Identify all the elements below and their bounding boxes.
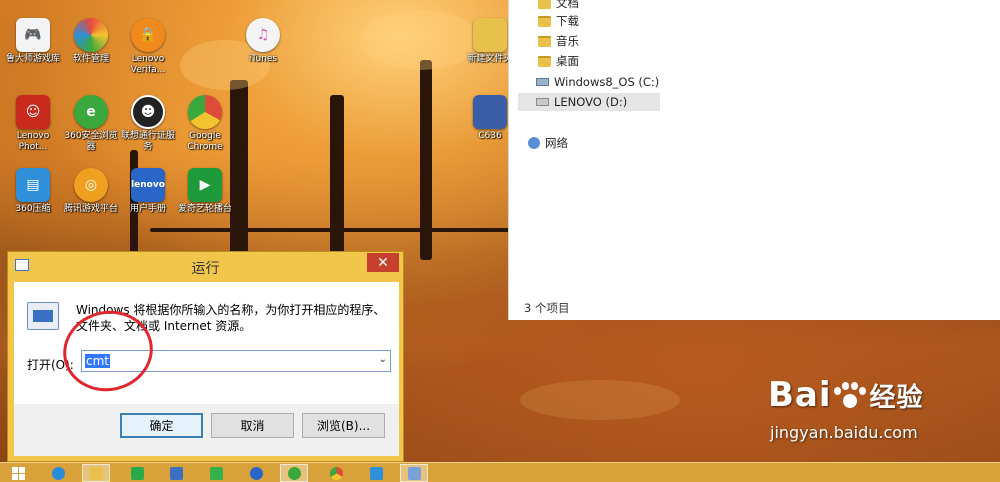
store-icon: [130, 466, 144, 480]
desktop-icon-tencent-games[interactable]: ◎ 腾讯游戏平台: [63, 168, 119, 215]
360-browser-icon: [287, 466, 301, 480]
watermark-url: jingyan.baidu.com: [770, 423, 918, 442]
fence: [150, 228, 510, 232]
run-dialog-titlebar[interactable]: 运行 ✕: [8, 252, 403, 280]
folder-icon: [538, 35, 551, 47]
bird-icon: [369, 466, 383, 480]
run-dialog: 运行 ✕ Windows 将根据你所输入的名称，为你打开相应的程序、文件夹、文档…: [7, 251, 404, 462]
desktop-icon-iqiyi[interactable]: ▶ 爱奇艺轮播台: [177, 168, 233, 215]
run-window-icon: [407, 466, 421, 480]
folder-icon: [538, 55, 551, 67]
desktop-icon-software-manager[interactable]: 软件管理: [63, 18, 119, 65]
ok-button[interactable]: 确定: [120, 413, 203, 438]
run-program-icon: [27, 302, 59, 330]
archive-icon: ▤: [16, 168, 50, 202]
monitor-icon: lenovo: [131, 168, 165, 202]
desktop-icon-user-manual[interactable]: lenovo 用户手册: [120, 168, 176, 215]
colorful-ball-icon: [74, 18, 108, 52]
taskbar-file-explorer[interactable]: [82, 464, 110, 482]
game-platform-icon: ◎: [74, 168, 108, 202]
lock-icon: 🔒: [131, 18, 165, 52]
browse-button[interactable]: 浏览(B)...: [302, 413, 385, 438]
photo-person-icon: ☺: [16, 95, 50, 129]
nav-item-music[interactable]: 音乐: [538, 32, 579, 50]
open-label: 打开(O):: [27, 358, 74, 372]
nav-item-network[interactable]: 网络: [528, 134, 568, 152]
gamepad-icon: 🎮: [16, 18, 50, 52]
baidu-jingyan-watermark: Bai 经验 jingyan.baidu.com: [768, 375, 924, 442]
desktop-icon-lenovo-photo[interactable]: ☺ Lenovo Phot...: [5, 95, 61, 153]
drive-icon: [536, 98, 549, 106]
tv-icon: ▶: [188, 168, 222, 202]
close-icon: ✕: [377, 254, 389, 271]
run-command-value: cmt: [85, 354, 110, 368]
run-dialog-body: Windows 将根据你所输入的名称，为你打开相应的程序、文件夹、文档或 Int…: [14, 282, 399, 404]
folder-icon: [473, 18, 507, 52]
taskbar-run-window[interactable]: [400, 464, 428, 482]
chevron-down-icon[interactable]: ⌄: [379, 354, 387, 365]
nav-item-desktop[interactable]: 桌面: [538, 52, 579, 70]
taskbar-chrome[interactable]: [322, 464, 350, 482]
desktop-icon-lenovo-passport[interactable]: ☻ 联想通行证服务: [120, 95, 176, 153]
nav-item-drive-d[interactable]: LENOVO (D:): [518, 93, 660, 111]
desktop-icon-lenovo-verifa[interactable]: 🔒 Lenovo Verifa...: [120, 18, 176, 76]
taskbar-media[interactable]: [162, 464, 190, 482]
explorer-status-item-count: 3 个项目: [524, 301, 570, 315]
taskbar: [0, 462, 1000, 482]
folder-icon: [538, 15, 551, 27]
media-icon: [169, 466, 183, 480]
nav-item-drive-c[interactable]: Windows8_OS (C:): [536, 73, 659, 91]
taskbar-ie[interactable]: [44, 464, 72, 482]
folder-icon: [538, 0, 551, 9]
drive-icon: [536, 78, 549, 86]
chrome-icon: [188, 95, 222, 129]
file-explorer-content: [660, 0, 1000, 320]
nav-item-documents[interactable]: 文档: [538, 0, 579, 12]
music-note-icon: ♫: [246, 18, 280, 52]
chrome-icon: [329, 466, 343, 480]
ie-icon: [51, 466, 65, 480]
watermark-brand: Bai 经验: [768, 375, 924, 415]
desktop-icon-itunes[interactable]: ♫ iTunes: [235, 18, 291, 65]
desktop-icon-360-browser[interactable]: e 360安全浏览器: [63, 95, 119, 153]
run-description: Windows 将根据你所输入的名称，为你打开相应的程序、文件夹、文档或 Int…: [76, 303, 386, 333]
taskbar-k[interactable]: [242, 464, 270, 482]
run-dialog-title: 运行: [191, 261, 220, 277]
taskbar-bird[interactable]: [362, 464, 390, 482]
file-explorer-icon: [89, 466, 103, 480]
windows-start-icon: [11, 466, 25, 480]
tree-trunk: [330, 95, 344, 265]
browser-e-icon: e: [74, 95, 108, 129]
desktop-icon-360-zip[interactable]: ▤ 360压缩: [5, 168, 61, 215]
leaf-light: [520, 380, 680, 420]
start-button[interactable]: [4, 464, 32, 482]
nav-item-downloads[interactable]: 下载: [538, 12, 579, 30]
game-center-icon: [209, 466, 223, 480]
paw-icon: [832, 381, 866, 412]
desktop-icon-ludashi[interactable]: 🎮 鲁大师游戏库: [5, 18, 61, 65]
file-explorer-nav-pane: [508, 0, 660, 320]
run-command-input[interactable]: cmt ⌄: [81, 350, 391, 372]
cancel-button[interactable]: 取消: [211, 413, 294, 438]
run-dialog-footer: 确定 取消 浏览(B)...: [14, 404, 399, 456]
desktop-icon-google-chrome[interactable]: Google Chrome: [177, 95, 233, 153]
network-icon: [528, 137, 540, 149]
taskbar-360-browser[interactable]: [280, 464, 308, 482]
taskbar-store[interactable]: [123, 464, 151, 482]
user-badge-icon: ☻: [131, 95, 165, 129]
close-button[interactable]: ✕: [367, 253, 399, 272]
k-icon: [249, 466, 263, 480]
taskbar-game-center[interactable]: [202, 464, 230, 482]
book-icon: [473, 95, 507, 129]
